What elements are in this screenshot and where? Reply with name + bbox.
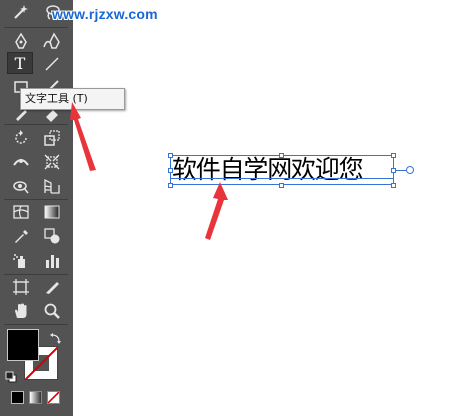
red-arrow-to-text (205, 182, 228, 240)
separator (4, 199, 68, 200)
rotate-icon[interactable] (8, 127, 34, 149)
text-baseline (170, 178, 394, 179)
resize-handle[interactable] (279, 183, 284, 188)
magic-wand-icon[interactable] (8, 1, 34, 23)
fill-swatch[interactable] (7, 329, 39, 361)
resize-handle[interactable] (168, 153, 173, 158)
tools-panel: T (0, 0, 73, 416)
zoom-icon[interactable] (39, 300, 65, 322)
separator (4, 27, 68, 28)
gradient-icon[interactable] (39, 201, 65, 223)
scale-icon[interactable] (39, 127, 65, 149)
pen-icon[interactable] (8, 30, 34, 52)
color-mode-icon[interactable] (11, 391, 24, 404)
type-tool-icon[interactable]: T (7, 52, 33, 74)
blend-icon[interactable] (39, 225, 65, 247)
watermark: www.rjzxw.com (52, 6, 158, 22)
separator (4, 274, 68, 275)
line-segment-icon[interactable] (39, 53, 65, 75)
width-tool-icon[interactable] (8, 151, 34, 173)
symbol-sprayer-icon[interactable] (8, 250, 34, 272)
eyedropper-icon[interactable] (8, 225, 34, 247)
slice-icon[interactable] (39, 276, 65, 298)
resize-handle[interactable] (279, 153, 284, 158)
resize-handle[interactable] (391, 153, 396, 158)
separator (4, 124, 68, 125)
resize-handle[interactable] (168, 168, 173, 173)
red-arrow-to-tooltip (70, 102, 96, 171)
svg-text:T: T (15, 54, 26, 72)
hand-icon[interactable] (8, 300, 34, 322)
curvature-icon[interactable] (39, 30, 65, 52)
default-colors-icon[interactable] (5, 368, 17, 383)
separator (4, 324, 68, 325)
out-port-handle[interactable] (406, 166, 414, 174)
none-mode-icon[interactable] (47, 391, 60, 404)
swap-colors-icon[interactable] (50, 329, 62, 344)
resize-handle[interactable] (391, 183, 396, 188)
gradient-mode-icon[interactable] (29, 391, 42, 404)
resize-handle[interactable] (168, 183, 173, 188)
column-graph-icon[interactable] (39, 250, 65, 272)
artboard-icon[interactable] (8, 276, 34, 298)
free-transform-icon[interactable] (39, 151, 65, 173)
perspective-grid-icon[interactable] (39, 175, 65, 197)
shape-builder-icon[interactable] (8, 175, 34, 197)
mesh-icon[interactable] (8, 201, 34, 223)
